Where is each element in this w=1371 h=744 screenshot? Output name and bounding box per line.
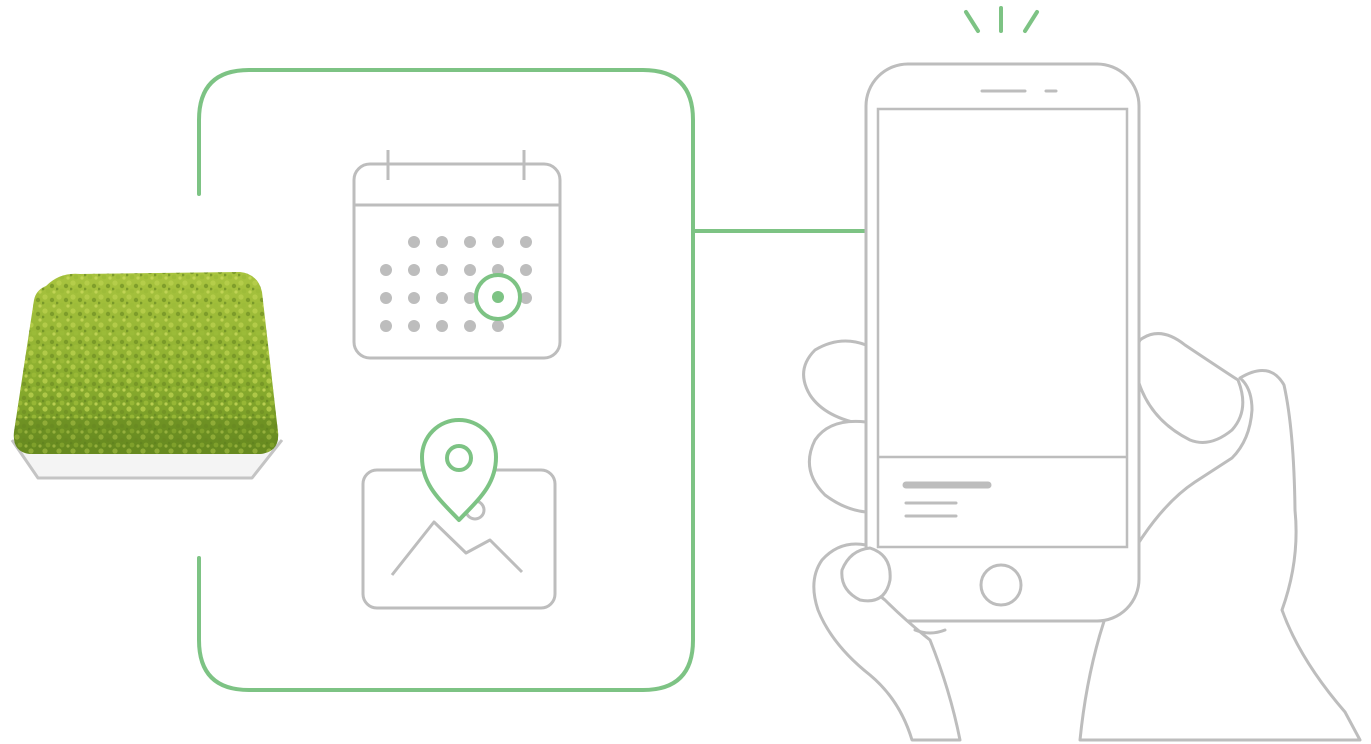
phone-home-button [979,563,1023,607]
calendar-day-dot [436,292,448,304]
calendar-day-dot [408,292,420,304]
calendar-day-dot [492,320,504,332]
calendar-day-dot [436,264,448,276]
phone-screen [876,107,1129,549]
calendar-day-dot [408,236,420,248]
calendar-day-dot [436,236,448,248]
smartphone [864,62,1141,623]
calendar-day-dot [380,320,392,332]
phone-notification-signal-icon [964,6,1039,33]
calendar-day-dot [408,320,420,332]
right-thumb [1133,332,1245,444]
moss-product-notification-illustration [10,6,1362,742]
calendar-icon [352,150,562,360]
calendar-day-dot [464,264,476,276]
calendar-day-dot [464,320,476,332]
calendar-day-dot [520,264,532,276]
calendar-day-dot [464,236,476,248]
left-finger-top [802,339,868,427]
calendar-day-dot [380,292,392,304]
left-finger-middle [807,419,868,514]
moss-tile [10,272,284,480]
calendar-day-dot [436,320,448,332]
calendar-day-dot [380,264,392,276]
calendar-highlight-dot [492,291,504,303]
calendar-day-dot [408,264,420,276]
calendar-day-dot [520,236,532,248]
calendar-day-dot [492,236,504,248]
